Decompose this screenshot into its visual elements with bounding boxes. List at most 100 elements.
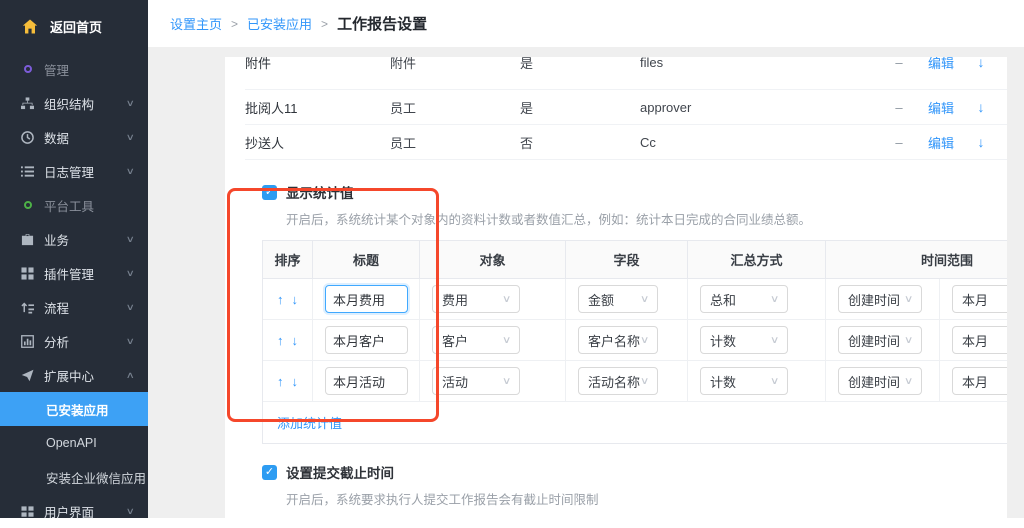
sort-cell: ↑ ↓ [263,361,313,402]
summary-select[interactable]: 计数 ∨ [700,367,788,395]
time-field-select[interactable]: 创建时间 ∨ [838,285,922,313]
field-select[interactable]: 活动名称 ∨ [578,367,658,395]
chevron-down-icon: ∨ [640,294,650,305]
move-down-icon[interactable]: ↓ [962,134,1000,150]
move-down-icon[interactable]: ↓ [962,57,1000,70]
show-stats-checkbox[interactable]: ✓ [262,185,277,200]
deadline-checkbox-row: ✓ 设置提交截止时间 [262,462,1007,482]
chevron-down-icon: ∨ [502,294,512,305]
breadcrumb-settings-home[interactable]: 设置主页 [170,14,222,33]
show-stats-label: 显示统计值 [286,182,354,202]
time-range-select[interactable]: 本月 ∨ [952,367,1007,395]
chevron-up-icon: ∧ [126,370,135,381]
settings-panel: 附件 附件 是 files – 编辑 ↓ 批阅人11 员工 是 approver… [225,57,1007,518]
move-down-icon[interactable]: ↓ [962,99,1000,115]
platform-ring-icon [20,201,35,209]
back-to-home-label: 返回首页 [50,17,102,36]
breadcrumb-separator: > [321,17,328,31]
stat-title-input[interactable] [325,326,408,354]
object-select[interactable]: 客户 ∨ [432,326,520,354]
time-field-select[interactable]: 创建时间 ∨ [838,367,922,395]
plugin-grid-icon [20,267,35,280]
sidebar-item-data[interactable]: 数据 ∨ [0,120,148,154]
sidebar-item-analytics[interactable]: 分析 ∨ [0,324,148,358]
flow-icon [20,301,35,314]
edit-link[interactable]: 编辑 [920,133,962,152]
chevron-down-icon: ∨ [904,376,914,387]
sidebar-section-admin: 管理 [0,52,148,86]
chevron-down-icon: ∨ [126,166,135,177]
move-up-icon[interactable]: ↑ [277,374,284,389]
stats-table: 排序 标题 对象 字段 汇总方式 时间范围 ↑ ↓ 费用 ∨ [262,240,1007,444]
stat-title-input[interactable] [325,285,408,313]
deadline-description: 开启后，系统要求执行人提交工作报告会有截止时间限制 [286,489,1007,508]
move-down-icon[interactable]: ↓ [292,374,299,389]
time-range-select[interactable]: 本月 ∨ [952,285,1007,313]
sort-cell: ↑ ↓ [263,320,313,361]
chevron-down-icon: ∨ [126,132,135,143]
chevron-down-icon: ∨ [770,294,780,305]
page-title: 工作报告设置 [337,13,427,34]
edit-link[interactable]: 编辑 [920,98,962,117]
object-select[interactable]: 活动 ∨ [432,367,520,395]
chevron-down-icon: ∨ [126,268,135,279]
stats-header-field: 字段 [566,241,688,279]
topbar: 设置主页 > 已安装应用 > 工作报告设置 [148,0,1024,47]
chevron-down-icon: ∨ [126,336,135,347]
list-icon [20,165,35,178]
field-select[interactable]: 客户名称 ∨ [578,326,658,354]
chevron-down-icon: ∨ [126,506,135,517]
back-to-home-button[interactable]: 返回首页 [0,0,148,52]
sidebar-section-platform-tools: 平台工具 [0,188,148,222]
rocket-icon [20,369,35,382]
sidebar-item-extension-center[interactable]: 扩展中心 ∧ [0,358,148,392]
field-select[interactable]: 金额 ∨ [578,285,658,313]
chevron-down-icon: ∨ [904,335,914,346]
stats-header-title: 标题 [313,241,420,279]
chart-icon [20,335,35,348]
chevron-down-icon: ∨ [502,335,512,346]
breadcrumb-installed-apps[interactable]: 已安装应用 [247,14,312,33]
move-up-icon[interactable]: ↑ [277,333,284,348]
chevron-down-icon: ∨ [126,302,135,313]
chevron-down-icon: ∨ [770,335,780,346]
stats-description: 开启后，系统统计某个对象内的资料计数或者数值汇总，例如：统计本日完成的合同业绩总… [286,209,1007,228]
summary-select[interactable]: 计数 ∨ [700,326,788,354]
stat-title-input[interactable] [325,367,408,395]
move-up-icon[interactable]: ↑ [277,292,284,307]
time-range-select[interactable]: 本月 ∨ [952,326,1007,354]
org-structure-icon [20,97,35,110]
stats-header-sort: 排序 [263,241,313,279]
object-select[interactable]: 费用 ∨ [432,285,520,313]
chevron-down-icon: ∨ [904,294,914,305]
chevron-down-icon: ∨ [770,376,780,387]
add-stat-value-link[interactable]: 添加统计值 [277,413,342,432]
move-down-icon[interactable]: ↓ [292,292,299,307]
summary-select[interactable]: 总和 ∨ [700,285,788,313]
sidebar-subitem-installed-apps[interactable]: 已安装应用 [0,392,148,426]
sidebar-item-org-structure[interactable]: 组织结构 ∨ [0,86,148,120]
chevron-down-icon: ∨ [502,376,512,387]
sidebar-item-user-interface[interactable]: 用户界面 ∨ [0,494,148,528]
sidebar-item-workflow[interactable]: 流程 ∨ [0,290,148,324]
work-report-settings-page: 返回首页 管理 组织结构 ∨ 数据 ∨ 日志管理 ∨ [0,0,1024,528]
chevron-down-icon: ∨ [126,98,135,109]
field-row: 批阅人11 员工 是 approver – 编辑 ↓ [245,90,1007,125]
field-row: 附件 附件 是 files – 编辑 ↓ [245,57,1007,90]
clock-icon [20,131,35,144]
sidebar-item-plugin-management[interactable]: 插件管理 ∨ [0,256,148,290]
move-down-icon[interactable]: ↓ [292,333,299,348]
field-row: 抄送人 员工 否 Cc – 编辑 ↓ [245,125,1007,160]
edit-link[interactable]: 编辑 [920,57,962,72]
sidebar-subitem-openapi[interactable]: OpenAPI [0,426,148,460]
sidebar-item-log-management[interactable]: 日志管理 ∨ [0,154,148,188]
deadline-checkbox[interactable]: ✓ [262,465,277,480]
sidebar-subitem-install-wechat-app[interactable]: 安装企业微信应用 [0,460,148,494]
sidebar-item-business[interactable]: 业务 ∨ [0,222,148,256]
admin-ring-icon [20,65,35,73]
show-stats-checkbox-row: ✓ 显示统计值 [262,182,1007,202]
time-field-select[interactable]: 创建时间 ∨ [838,326,922,354]
sidebar: 返回首页 管理 组织结构 ∨ 数据 ∨ 日志管理 ∨ [0,0,148,518]
stats-header-time-range: 时间范围 [826,241,1007,279]
stats-header-object: 对象 [420,241,566,279]
